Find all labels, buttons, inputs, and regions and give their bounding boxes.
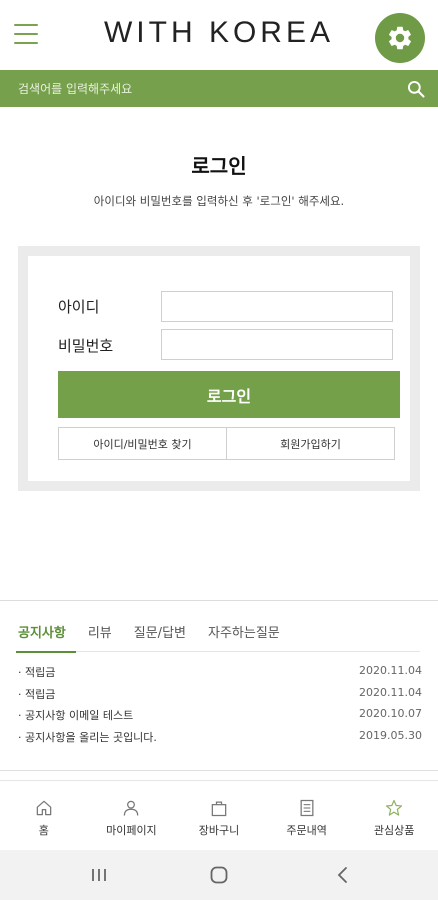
list-item[interactable]: · 공지사항 이메일 테스트 2020.10.07	[18, 707, 422, 729]
tab-notice[interactable]: 공지사항	[16, 618, 76, 653]
account-links: 아이디/비밀번호 찾기 회원가입하기	[58, 427, 395, 460]
header: WITH KOREA	[0, 0, 438, 70]
login-description: 아이디와 비밀번호를 입력하신 후 '로그인' 해주세요.	[93, 194, 345, 208]
password-label: 비밀번호	[58, 337, 114, 355]
nav-cart[interactable]: 장바구니	[175, 781, 263, 850]
list-item[interactable]: · 적립금 2020.11.04	[18, 664, 422, 686]
notice-title: · 적립금	[18, 666, 56, 679]
tab-qna[interactable]: 질문/답변	[134, 618, 186, 652]
bag-icon	[211, 801, 227, 817]
tab-review[interactable]: 리뷰	[88, 618, 112, 652]
signup-link[interactable]: 회원가입하기	[226, 428, 394, 459]
list-item[interactable]: · 적립금 2020.11.04	[18, 686, 422, 708]
login-button[interactable]: 로그인	[58, 371, 400, 418]
login-form: 아이디 비밀번호 로그인 아이디/비밀번호 찾기 회원가입하기	[18, 246, 420, 491]
page-title: 로그인	[191, 154, 247, 178]
star-icon	[386, 799, 403, 816]
id-field[interactable]	[161, 291, 393, 322]
nav-label: 홈	[38, 824, 49, 837]
notice-title: · 공지사항을 올리는 곳입니다.	[18, 730, 157, 744]
recent-apps-button[interactable]	[88, 864, 110, 886]
password-field[interactable]	[161, 329, 393, 360]
nav-mypage[interactable]: 마이페이지	[88, 781, 176, 850]
nav-label: 주문내역	[286, 824, 327, 837]
notice-date: 2020.11.04	[359, 664, 422, 677]
back-button[interactable]	[332, 864, 354, 886]
settings-button[interactable]	[375, 13, 425, 63]
notice-date: 2019.05.30	[359, 728, 422, 742]
nav-orders[interactable]: 주문내역	[263, 781, 351, 850]
search-bar	[0, 70, 438, 107]
divider	[0, 600, 438, 601]
nav-label: 마이페이지	[106, 824, 157, 837]
system-nav-bar	[0, 850, 438, 900]
bottom-nav: 홈 마이페이지 장바구니 주문내역 관심상품	[0, 780, 438, 850]
recent-apps-icon	[92, 869, 106, 881]
list-item[interactable]: · 공지사항을 올리는 곳입니다. 2019.05.30	[18, 729, 422, 751]
divider	[0, 770, 438, 771]
app-logo[interactable]: WITH KOREA	[0, 16, 438, 50]
gear-icon	[389, 26, 411, 50]
find-account-link[interactable]: 아이디/비밀번호 찾기	[59, 428, 226, 459]
person-icon	[124, 800, 139, 816]
back-chevron-icon	[337, 867, 347, 883]
nav-label: 장바구니	[198, 824, 240, 837]
tab-faq[interactable]: 자주하는질문	[208, 618, 280, 652]
id-label: 아이디	[58, 298, 100, 316]
home-circle-icon	[210, 866, 228, 884]
notice-date: 2020.11.04	[359, 685, 422, 699]
nav-label: 관심상품	[373, 824, 415, 837]
home-system-button[interactable]	[208, 864, 230, 886]
notice-title: · 공지사항 이메일 테스트	[18, 709, 134, 722]
search-icon[interactable]	[406, 79, 426, 99]
document-icon	[300, 799, 314, 817]
nav-home[interactable]: 홈	[0, 781, 88, 850]
home-icon	[36, 800, 52, 816]
notice-date: 2020.10.07	[359, 707, 422, 720]
notice-list: · 적립금 2020.11.04 · 적립금 2020.11.04 · 공지사항…	[18, 664, 422, 750]
board-tabs: 공지사항 리뷰 질문/답변 자주하는질문	[16, 618, 420, 653]
notice-title: · 적립금	[18, 687, 56, 701]
nav-wishlist[interactable]: 관심상품	[350, 781, 438, 850]
search-input[interactable]	[0, 70, 395, 107]
